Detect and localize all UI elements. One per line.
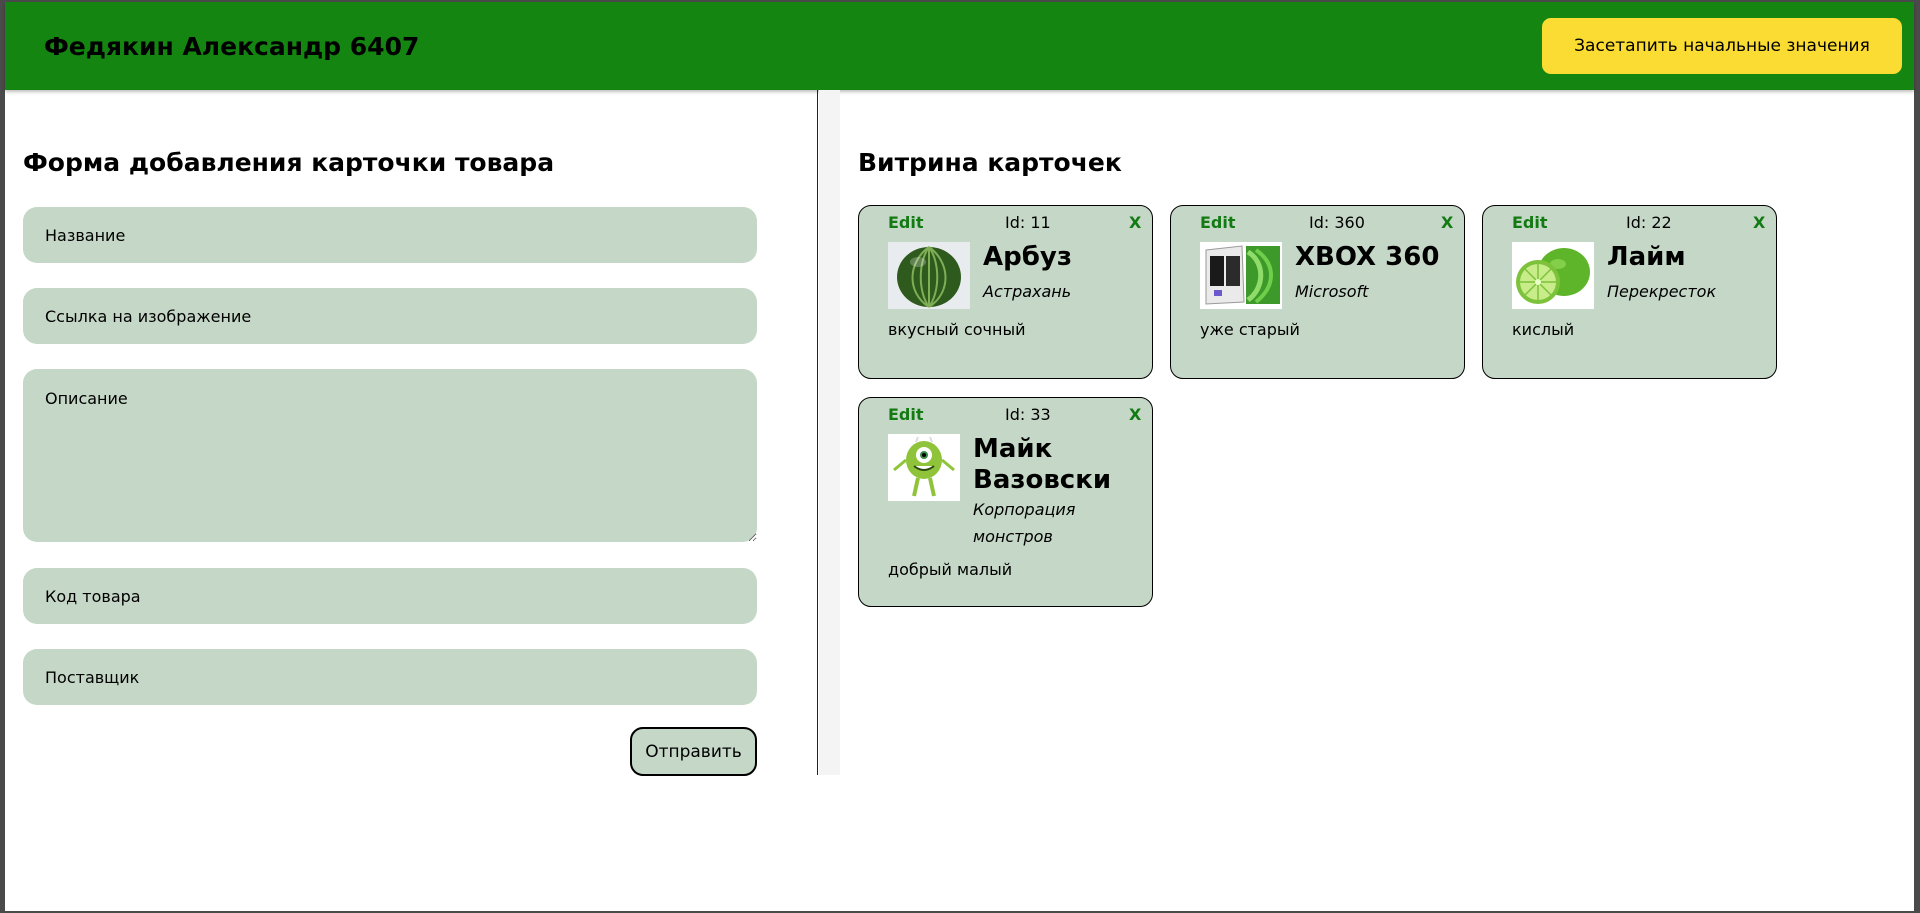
card-description: добрый малый [888, 560, 1013, 579]
card-description: уже старый [1200, 320, 1300, 339]
delete-button[interactable]: X [1129, 213, 1141, 232]
delete-button[interactable]: X [1441, 213, 1453, 232]
product-card: Edit Id: 22 X Лайм Перекресток кислый [1482, 205, 1777, 379]
card-id: Id: 360 [1309, 213, 1365, 232]
edit-link[interactable]: Edit [888, 213, 924, 232]
mike-wazowski-image [888, 434, 960, 501]
card-description: вкусный сочный [888, 320, 1026, 339]
panel-divider [819, 90, 840, 775]
card-id: Id: 22 [1626, 213, 1672, 232]
delete-button[interactable]: X [1129, 405, 1141, 424]
card-vendor: Microsoft [1295, 282, 1369, 301]
description-input[interactable] [23, 369, 757, 542]
image-link-input[interactable] [23, 288, 757, 344]
product-card: Edit Id: 11 X Арбуз Астрахань вкусный со… [858, 205, 1153, 379]
card-id: Id: 11 [1005, 213, 1051, 232]
card-name: Лайм [1607, 242, 1686, 272]
lime-image [1512, 242, 1594, 309]
card-vendor: Перекресток [1607, 282, 1717, 301]
card-name: Майк Вазовски [973, 434, 1112, 495]
product-card: Edit Id: 33 X Майк Вазовски Корпорация м… [858, 397, 1153, 607]
card-description: кислый [1512, 320, 1575, 339]
page-title: Федякин Александр 6407 [44, 32, 420, 61]
product-card: Edit Id: 360 X XBOX 360 Microsoft уже ст… [1170, 205, 1465, 379]
edit-link[interactable]: Edit [888, 405, 924, 424]
submit-button[interactable]: Отправить [630, 727, 757, 776]
delete-button[interactable]: X [1753, 213, 1765, 232]
reset-initial-values-button[interactable]: Засетапить начальные значения [1542, 18, 1902, 74]
xbox-image [1200, 242, 1282, 309]
top-header: Федякин Александр 6407 Засетапить началь… [5, 2, 1914, 90]
card-vendor: Корпорация монстров [973, 500, 1076, 546]
product-code-input[interactable] [23, 568, 757, 624]
name-input[interactable] [23, 207, 757, 263]
card-id: Id: 33 [1005, 405, 1051, 424]
app-window: Федякин Александр 6407 Засетапить началь… [5, 2, 1914, 911]
card-name: XBOX 360 [1295, 242, 1440, 272]
add-card-form-panel: Форма добавления карточки товара Отправи… [5, 90, 818, 776]
supplier-input[interactable] [23, 649, 757, 705]
showcase-title: Витрина карточек [858, 148, 1122, 177]
form-title: Форма добавления карточки товара [23, 148, 555, 177]
edit-link[interactable]: Edit [1512, 213, 1548, 232]
card-name: Арбуз [983, 242, 1072, 272]
edit-link[interactable]: Edit [1200, 213, 1236, 232]
card-vendor: Астрахань [983, 282, 1072, 301]
watermelon-image [888, 242, 970, 309]
